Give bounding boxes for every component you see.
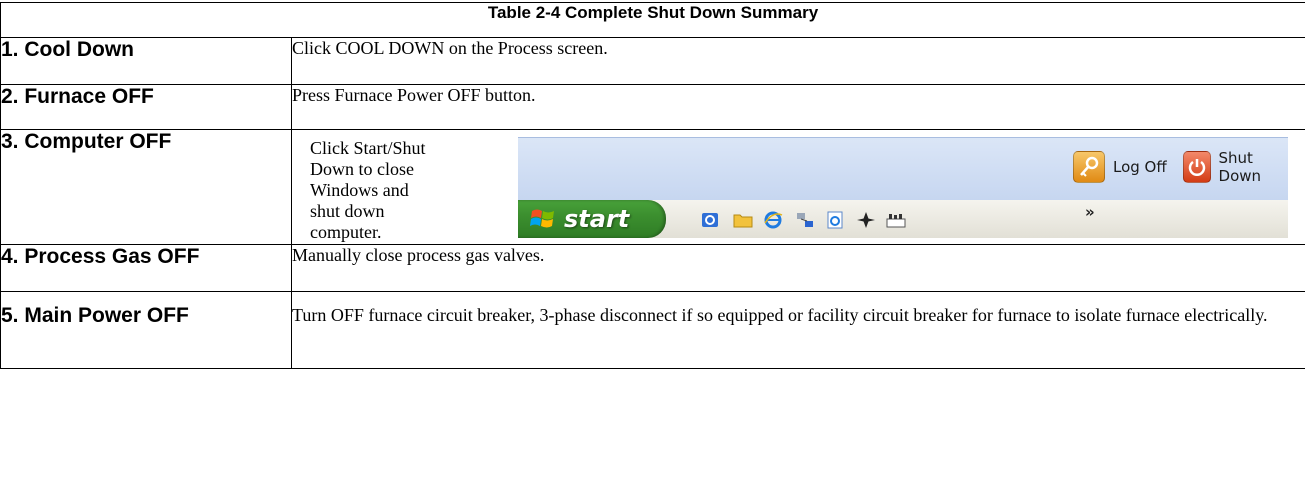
compass-icon[interactable] xyxy=(856,211,876,229)
shutdown-summary-table: Table 2-4 Complete Shut Down Summary 1. … xyxy=(0,2,1305,369)
outlook-express-icon[interactable] xyxy=(701,211,721,229)
ie-page-icon[interactable] xyxy=(825,211,845,229)
windows-flag-icon xyxy=(530,209,554,228)
log-off-label: Log Off xyxy=(1113,158,1167,176)
table-row: 1. Cool Down Click COOL DOWN on the Proc… xyxy=(0,37,1305,85)
log-off-button[interactable]: Log Off xyxy=(1073,150,1167,184)
step-action-cell: Click Start/Shut Down to close Windows a… xyxy=(290,129,1305,245)
start-label: start xyxy=(564,205,630,233)
shut-down-label: Shut Down xyxy=(1218,149,1262,185)
step-label: 1. Cool Down xyxy=(0,37,292,85)
table-row: 3. Computer OFF Click Start/Shut Down to… xyxy=(0,129,1305,245)
table-row: 2. Furnace OFF Press Furnace Power OFF b… xyxy=(0,84,1305,130)
step-action: Turn OFF furnace circuit breaker, 3-phas… xyxy=(290,291,1305,369)
power-icon xyxy=(1183,151,1211,183)
folder-icon[interactable] xyxy=(733,211,753,229)
step-action: Manually close process gas valves. xyxy=(290,244,1305,292)
table-title: Table 2-4 Complete Shut Down Summary xyxy=(0,2,1305,38)
network-icon[interactable] xyxy=(795,211,815,229)
table-row: 5. Main Power OFF Turn OFF furnace circu… xyxy=(0,291,1305,369)
shut-down-button[interactable]: Shut Down xyxy=(1183,149,1288,185)
step-label: 5. Main Power OFF xyxy=(0,291,292,369)
windows-xp-start-screenshot: Log Off Shut Down start » xyxy=(518,137,1288,238)
step-action: Click COOL DOWN on the Process screen. xyxy=(290,37,1305,85)
table-row: 4. Process Gas OFF Manually close proces… xyxy=(0,244,1305,292)
taskbar-overflow-chevron[interactable]: » xyxy=(1085,203,1095,221)
step-label: 3. Computer OFF xyxy=(0,129,292,245)
step-label: 2. Furnace OFF xyxy=(0,84,292,130)
start-button[interactable]: start xyxy=(518,200,666,238)
step-label: 4. Process Gas OFF xyxy=(0,244,292,292)
step-action: Click Start/Shut Down to close Windows a… xyxy=(310,138,426,242)
key-icon xyxy=(1073,151,1105,183)
start-menu-footer xyxy=(518,137,1288,201)
internet-explorer-icon[interactable] xyxy=(763,211,783,229)
step-action: Press Furnace Power OFF button. xyxy=(290,84,1305,130)
toolbar-app-icon[interactable] xyxy=(886,211,906,229)
